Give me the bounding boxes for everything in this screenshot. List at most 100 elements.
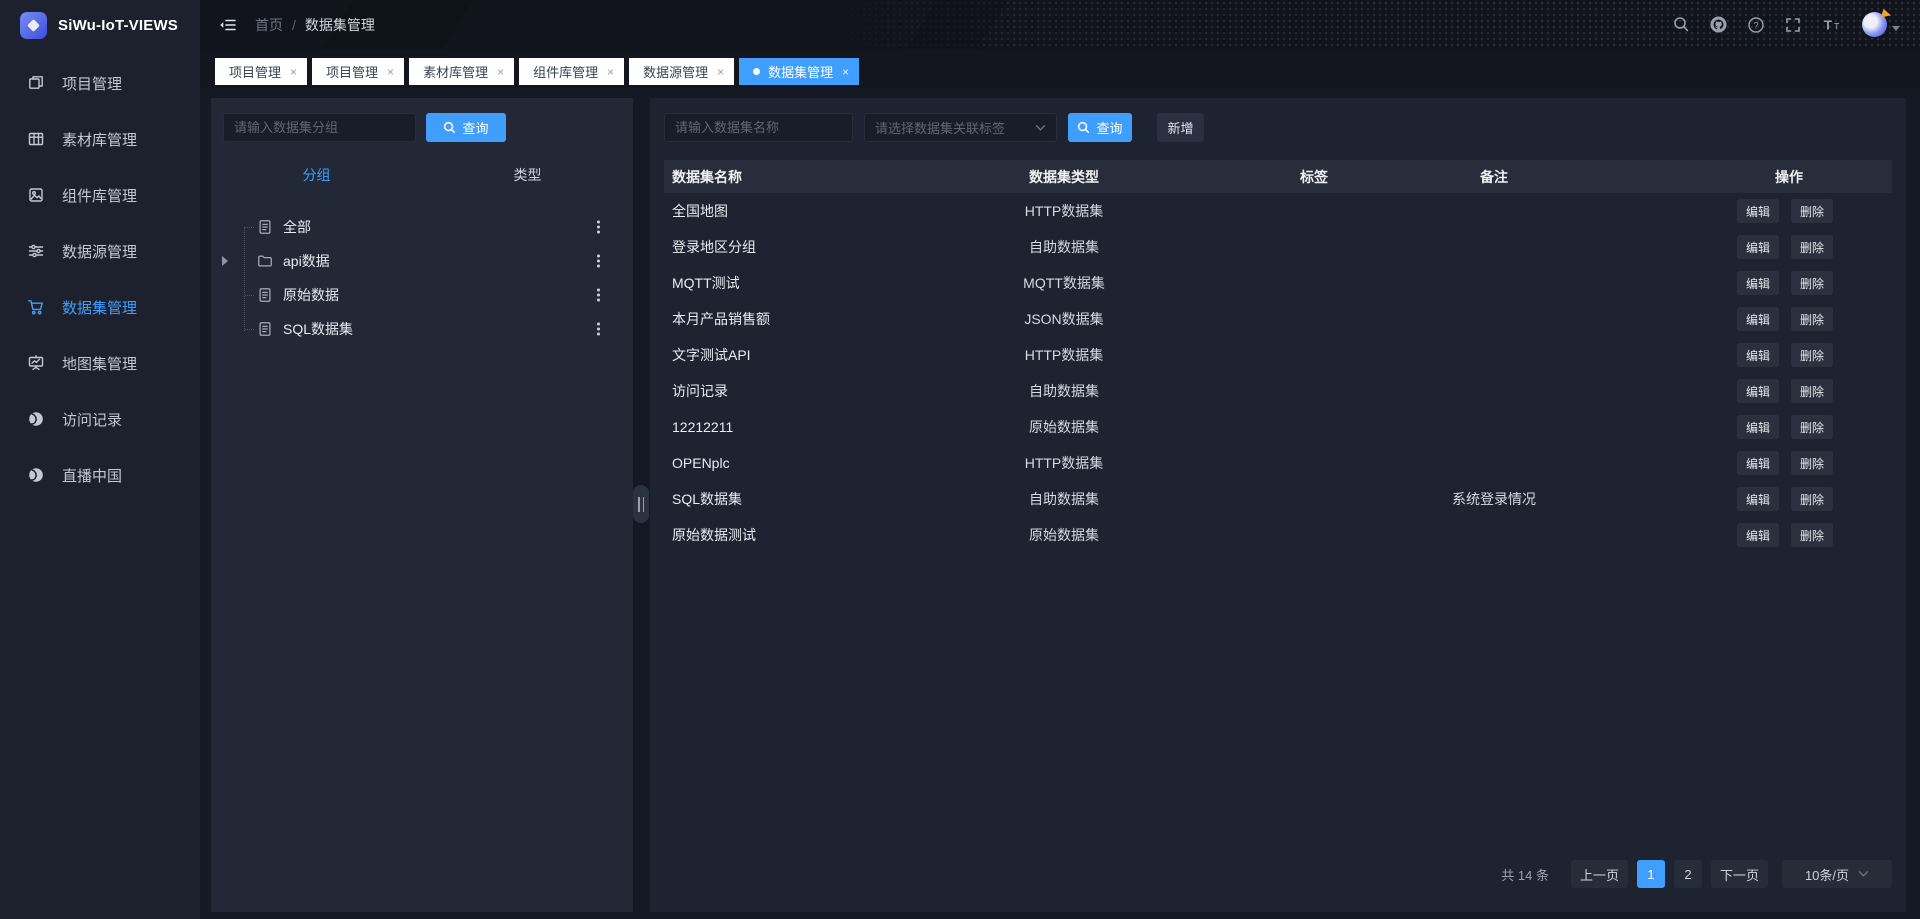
chevron-down-icon <box>1858 870 1869 878</box>
dataset-name-input[interactable] <box>664 113 853 142</box>
edit-button[interactable]: 编辑 <box>1737 343 1779 367</box>
node-more-icon[interactable] <box>594 252 603 271</box>
chevron-down-icon <box>1035 124 1046 132</box>
magnifier-icon <box>443 121 456 134</box>
fullscreen-icon[interactable] <box>1784 16 1802 34</box>
edit-button[interactable]: 编辑 <box>1737 271 1779 295</box>
page-tab-4[interactable]: 数据源管理 × <box>629 58 734 85</box>
globe-icon <box>27 410 45 428</box>
sidebar-item-6[interactable]: 访问记录 <box>0 391 200 447</box>
page-tab-5[interactable]: 数据集管理 × <box>739 58 859 85</box>
dataset-tag-select[interactable]: 请选择数据集关联标签 <box>864 113 1057 142</box>
close-icon[interactable]: × <box>387 66 394 78</box>
close-icon[interactable]: × <box>842 66 849 78</box>
close-icon[interactable]: × <box>607 66 614 78</box>
delete-button[interactable]: 删除 <box>1791 415 1833 439</box>
node-more-icon[interactable] <box>594 320 603 339</box>
cell-action: 编辑 删除 <box>1574 307 1892 331</box>
delete-button[interactable]: 删除 <box>1791 487 1833 511</box>
sidebar-item-0[interactable]: 项目管理 <box>0 55 200 111</box>
add-dataset-button[interactable]: 新增 <box>1157 113 1204 142</box>
tree-node-1[interactable]: api数据 <box>211 244 633 278</box>
cell-action: 编辑 删除 <box>1574 271 1892 295</box>
table-row-2: MQTT测试 MQTT数据集 编辑 删除 <box>664 265 1892 301</box>
collapse-sidebar-icon[interactable] <box>218 16 238 34</box>
tree-node-2[interactable]: 原始数据 <box>211 278 633 312</box>
group-search-button[interactable]: 查询 <box>426 113 506 142</box>
edit-button[interactable]: 编辑 <box>1737 307 1779 331</box>
svg-text:T: T <box>1834 22 1840 32</box>
delete-button[interactable]: 删除 <box>1791 523 1833 547</box>
font-size-icon[interactable]: T T <box>1821 16 1843 33</box>
cell-name: 登录地区分组 <box>664 237 914 257</box>
page-tab-0[interactable]: 项目管理 × <box>215 58 307 85</box>
pagination-page-1[interactable]: 1 <box>1637 860 1665 888</box>
delete-button[interactable]: 删除 <box>1791 235 1833 259</box>
table-row-0: 全国地图 HTTP数据集 编辑 删除 <box>664 193 1892 229</box>
help-icon[interactable]: ? <box>1747 16 1765 34</box>
sidebar-item-4[interactable]: 数据集管理 <box>0 279 200 335</box>
user-menu[interactable] <box>1862 12 1900 37</box>
cell-name: 本月产品销售额 <box>664 309 914 329</box>
tree-node-0[interactable]: 全部 <box>211 210 633 244</box>
sidebar-item-3[interactable]: 数据源管理 <box>0 223 200 279</box>
edit-button[interactable]: 编辑 <box>1737 379 1779 403</box>
delete-button[interactable]: 删除 <box>1791 271 1833 295</box>
sidebar-item-7[interactable]: 直播中国 <box>0 447 200 503</box>
pagination-prev-button[interactable]: 上一页 <box>1571 860 1628 888</box>
sidebar-item-2[interactable]: 组件库管理 <box>0 167 200 223</box>
cell-type: MQTT数据集 <box>914 273 1214 293</box>
svg-text:T: T <box>1824 18 1832 33</box>
edit-button[interactable]: 编辑 <box>1737 487 1779 511</box>
pagination-page-2[interactable]: 2 <box>1674 860 1702 888</box>
sidebar-item-1[interactable]: 素材库管理 <box>0 111 200 167</box>
page-size-select[interactable]: 10条/页 <box>1782 860 1892 888</box>
dataset-search-button[interactable]: 查询 <box>1068 113 1132 142</box>
group-search-input[interactable] <box>223 113 416 142</box>
edit-button[interactable]: 编辑 <box>1737 199 1779 223</box>
dataset-group-panel: 查询 分组类型 全部 api数据 原始数据 SQL数据集 <box>211 98 633 912</box>
edit-button[interactable]: 编辑 <box>1737 451 1779 475</box>
column-header-action: 操作 <box>1574 167 1892 187</box>
sidebar-item-5[interactable]: 地图集管理 <box>0 335 200 391</box>
page-tab-1[interactable]: 项目管理 × <box>312 58 404 85</box>
delete-button[interactable]: 删除 <box>1791 199 1833 223</box>
column-header-remark: 备注 <box>1414 167 1574 187</box>
page-tab-2[interactable]: 素材库管理 × <box>409 58 514 85</box>
breadcrumb-home[interactable]: 首页 <box>255 15 283 35</box>
page-tab-3[interactable]: 组件库管理 × <box>519 58 624 85</box>
cell-name: 原始数据测试 <box>664 525 914 545</box>
close-icon[interactable]: × <box>290 66 297 78</box>
cell-action: 编辑 删除 <box>1574 343 1892 367</box>
cell-type: JSON数据集 <box>914 309 1214 329</box>
expand-caret-icon[interactable] <box>222 256 228 266</box>
github-icon[interactable] <box>1709 15 1728 34</box>
node-more-icon[interactable] <box>594 218 603 237</box>
pagination: 共 14 条 上一页 12 下一页 10条/页 <box>1501 860 1892 888</box>
pagination-next-button[interactable]: 下一页 <box>1711 860 1768 888</box>
search-icon[interactable] <box>1673 16 1690 33</box>
cart-icon <box>27 298 45 316</box>
panel-splitter-handle[interactable] <box>633 485 649 523</box>
avatar[interactable] <box>1862 12 1887 37</box>
tree-tab-0[interactable]: 分组 <box>211 165 422 185</box>
close-icon[interactable]: × <box>717 66 724 78</box>
doc-icon <box>257 321 273 337</box>
edit-button[interactable]: 编辑 <box>1737 415 1779 439</box>
delete-button[interactable]: 删除 <box>1791 307 1833 331</box>
close-icon[interactable]: × <box>497 66 504 78</box>
node-more-icon[interactable] <box>594 286 603 305</box>
table-row-4: 文字测试API HTTP数据集 编辑 删除 <box>664 337 1892 373</box>
table-row-1: 登录地区分组 自助数据集 编辑 删除 <box>664 229 1892 265</box>
app-logo-icon <box>20 12 47 39</box>
tree-node-3[interactable]: SQL数据集 <box>211 312 633 346</box>
doc-icon <box>257 219 273 235</box>
delete-button[interactable]: 删除 <box>1791 343 1833 367</box>
topbar-streak-decoration <box>907 0 1008 49</box>
tree-tab-1[interactable]: 类型 <box>422 165 633 185</box>
delete-button[interactable]: 删除 <box>1791 379 1833 403</box>
edit-button[interactable]: 编辑 <box>1737 523 1779 547</box>
edit-button[interactable]: 编辑 <box>1737 235 1779 259</box>
delete-button[interactable]: 删除 <box>1791 451 1833 475</box>
chevron-down-icon <box>1892 26 1900 31</box>
